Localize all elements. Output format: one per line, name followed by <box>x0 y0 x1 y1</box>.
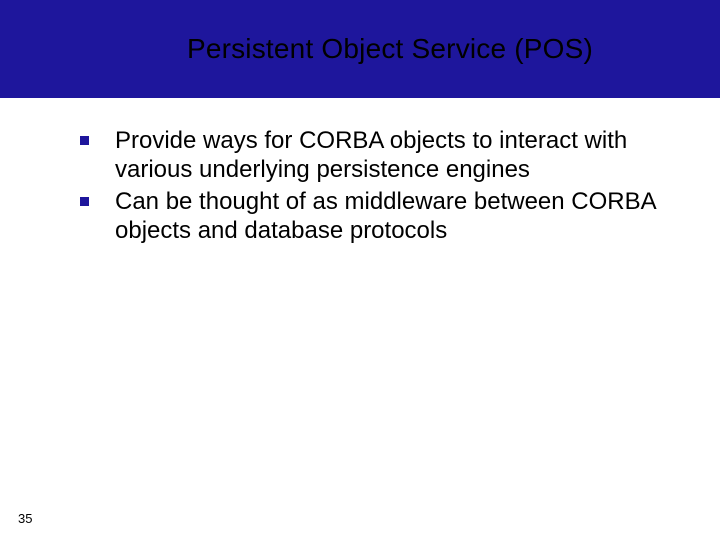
slide-number: 35 <box>18 511 32 526</box>
slide-title: Persistent Object Service (POS) <box>187 33 593 65</box>
bullet-icon <box>80 197 89 206</box>
bullet-text: Provide ways for CORBA objects to intera… <box>115 126 680 185</box>
bullet-text: Can be thought of as middleware between … <box>115 187 680 246</box>
bullet-icon <box>80 136 89 145</box>
list-item: Can be thought of as middleware between … <box>80 187 680 246</box>
content-area: Provide ways for CORBA objects to intera… <box>0 98 720 245</box>
title-band: Persistent Object Service (POS) <box>0 0 720 98</box>
list-item: Provide ways for CORBA objects to intera… <box>80 126 680 185</box>
